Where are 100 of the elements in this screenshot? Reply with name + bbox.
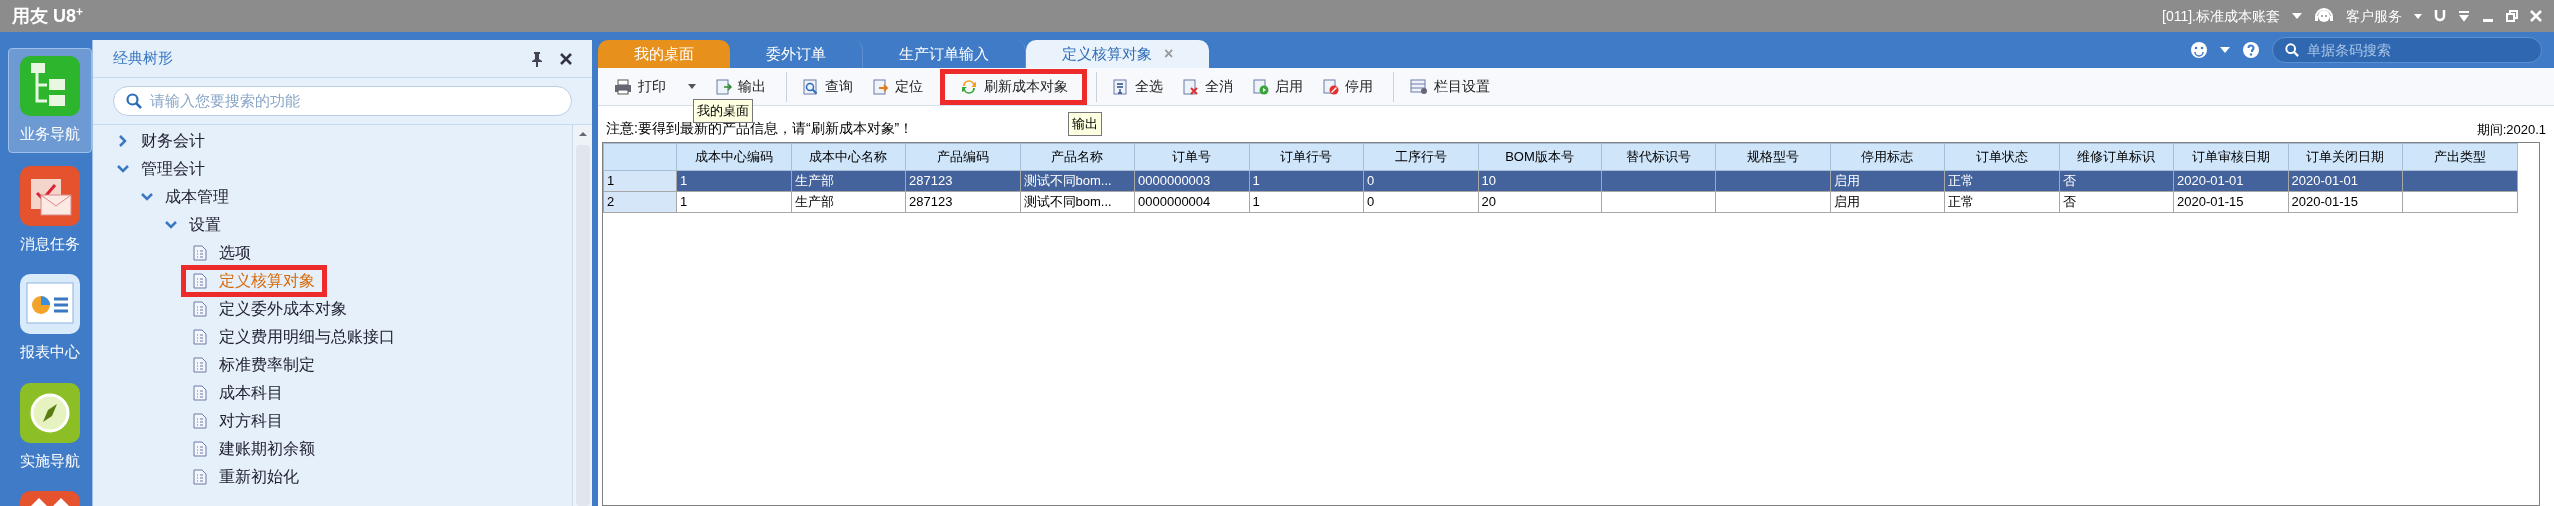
table-cell: 0000000003 [1134, 170, 1249, 192]
toolbar-button[interactable]: 全消 [1175, 71, 1241, 102]
tree-node[interactable]: 设置 [189, 213, 221, 237]
tree-leaf[interactable]: 定义委外成本对象 [219, 297, 347, 321]
tree-node[interactable]: 管理会计 [141, 157, 205, 181]
column-header[interactable]: 订单状态 [1944, 143, 2059, 171]
scrollbar[interactable] [572, 125, 592, 506]
chevron-down-icon[interactable] [165, 221, 177, 229]
column-header[interactable]: 维修订单标识 [2059, 143, 2174, 171]
table-cell: 10 [1478, 170, 1601, 192]
table-cell[interactable]: 1 [603, 170, 677, 192]
table-cell: 0000000004 [1134, 191, 1249, 213]
tooltip: 输出 [1068, 112, 1102, 136]
tree-leaf[interactable]: 重新初始化 [219, 465, 299, 489]
help-icon[interactable] [2242, 41, 2260, 59]
tree-leaf[interactable]: 定义费用明细与总账接口 [219, 325, 395, 349]
nav-item[interactable]: 消息任务 [8, 158, 92, 261]
column-header[interactable]: 产品名称 [1020, 143, 1135, 171]
tree-leaf[interactable]: 对方科目 [219, 409, 283, 433]
table-cell: 0 [1363, 170, 1478, 192]
tree-leaf[interactable]: 选项 [219, 241, 251, 265]
chevron-right-icon[interactable] [119, 135, 127, 147]
nav-item[interactable]: 实施导航 [8, 375, 92, 478]
caret-icon[interactable] [2414, 13, 2422, 19]
table-cell: 启用 [1830, 170, 1945, 192]
toolbar-button[interactable]: 输出 [708, 71, 774, 102]
table-cell: 2020-01-01 [2173, 170, 2288, 192]
toolbar-button[interactable]: 定位 [865, 71, 931, 102]
collapse-icon[interactable] [2458, 10, 2470, 22]
app-logo: 用友 U8$^{+}$ [12, 3, 84, 28]
tree-node[interactable]: 成本管理 [165, 185, 229, 209]
tree-node[interactable]: 财务会计 [141, 129, 205, 153]
column-header[interactable]: 成本中心编码 [676, 143, 791, 171]
nav-item[interactable]: 报表中心 [8, 267, 92, 370]
caret-icon[interactable] [2292, 13, 2302, 19]
search-field[interactable]: 请输入您要搜索的功能 [113, 86, 572, 116]
tooltip: 我的桌面 [693, 99, 753, 123]
table-cell: 287123 [905, 191, 1020, 213]
enable-icon [1253, 78, 1269, 95]
document-icon [193, 245, 207, 261]
chevron-down-icon[interactable] [117, 165, 129, 173]
table-cell: 1 [676, 191, 791, 213]
table-cell: 287123 [905, 170, 1020, 192]
tree-leaf[interactable]: 标准费率制定 [219, 353, 315, 377]
document-icon [193, 301, 207, 317]
restore-icon[interactable] [2506, 10, 2518, 22]
document-icon [193, 441, 207, 457]
search-icon [126, 93, 142, 109]
toolbar-button[interactable]: 停用 [1315, 71, 1381, 102]
table-cell: 正常 [1944, 170, 2059, 192]
toolbar-button[interactable]: 刷新成本对象 [943, 71, 1084, 102]
search-input[interactable]: 请输入您要搜索的功能 [150, 89, 559, 113]
tab[interactable]: 定义核算对象 × [1026, 40, 1210, 68]
column-header[interactable]: 工序行号 [1363, 143, 1478, 171]
table-cell: 2020-01-15 [2288, 191, 2403, 213]
table-cell[interactable]: 2 [603, 191, 677, 213]
table-cell: 启用 [1830, 191, 1945, 213]
refresh-icon [960, 78, 978, 95]
compass-icon [19, 381, 81, 444]
table-row[interactable]: 2 1 生产部 287123 测试不同bom... 0000000004 1 0 20 启用 正常 否 2020-01-15 2020-01-15 [603, 191, 2517, 213]
column-header[interactable]: 订单号 [1134, 143, 1249, 171]
table-cell: 2020-01-01 [2288, 170, 2403, 192]
folder-tree-icon [19, 55, 81, 117]
chevron-down-icon[interactable] [141, 193, 153, 201]
barcode-search-field[interactable]: 单据条码搜索 [2272, 37, 2542, 63]
column-header[interactable]: 成本中心名称 [791, 143, 906, 171]
table-cell: 0 [1363, 191, 1478, 213]
toolbar-button[interactable]: 栏目设置 [1393, 71, 1498, 102]
envelope-icon [19, 164, 81, 227]
select-all-icon [1113, 78, 1129, 95]
column-header[interactable]: 停用标志 [1830, 143, 1945, 171]
close-icon[interactable] [560, 52, 572, 65]
pin-icon[interactable] [530, 50, 544, 67]
magnet-icon[interactable] [2434, 10, 2446, 22]
column-header[interactable]: 订单行号 [1249, 143, 1364, 171]
column-header[interactable]: 订单审核日期 [2173, 143, 2288, 171]
caret-icon[interactable] [2220, 47, 2230, 53]
column-header[interactable]: 替代标识号 [1601, 143, 1716, 171]
column-header[interactable]: 产出类型 [2402, 143, 2517, 171]
column-header[interactable]: BOM版本号 [1478, 143, 1601, 171]
table-cell: 1 [1249, 191, 1364, 213]
column-header[interactable]: 订单关闭日期 [2288, 143, 2403, 171]
table-cell: 否 [2059, 191, 2174, 213]
search-input[interactable]: 单据条码搜索 [2307, 39, 2529, 61]
column-header[interactable]: 规格型号 [1715, 143, 1830, 171]
smiley-icon[interactable] [2190, 41, 2208, 59]
clear-all-icon [1183, 78, 1199, 95]
tree-leaf[interactable]: 建账期初余额 [219, 437, 315, 461]
document-icon [193, 385, 207, 401]
toolbar-button[interactable]: 打印 [606, 71, 704, 102]
table-row[interactable]: 1 1 生产部 287123 测试不同bom... 0000000003 1 0 10 启用 正常 否 2020-01-01 2020-01-01 [603, 170, 2517, 192]
toolbar-button[interactable]: 查询 [786, 71, 861, 102]
magnifier-document-icon [803, 78, 819, 95]
toolbar-button[interactable]: 启用 [1245, 71, 1311, 102]
column-header[interactable]: 产品编码 [905, 143, 1020, 171]
document-icon [193, 329, 207, 345]
tree-leaf[interactable]: 成本科目 [219, 381, 283, 405]
document-icon [193, 469, 207, 485]
document-icon [193, 413, 207, 429]
toolbar-button[interactable]: 全选 [1096, 71, 1171, 102]
